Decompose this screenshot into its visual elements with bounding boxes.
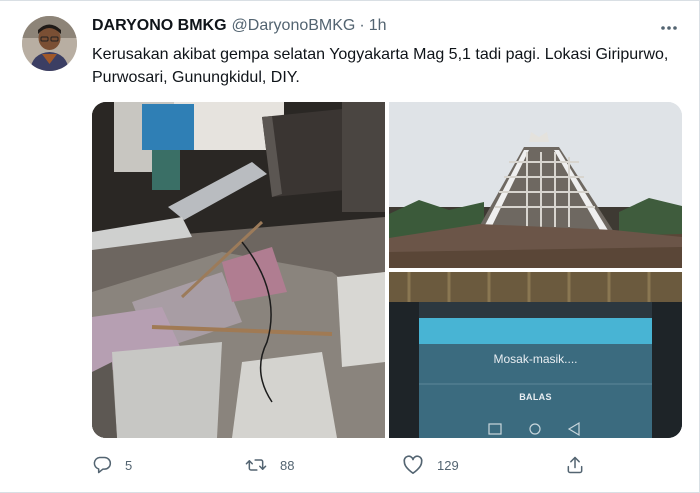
avatar-image: [22, 16, 77, 71]
tweet-text: Kerusakan akibat gempa selatan Yogyakart…: [92, 46, 669, 86]
tweet-header: DARYONO BMKG @DaryonoBMKG · 1h: [92, 17, 682, 39]
tweet-actions: 5 88 129: [92, 452, 682, 478]
share-upload-icon: [565, 455, 585, 475]
retweet-button[interactable]: 88: [245, 452, 294, 478]
share-button[interactable]: [565, 452, 585, 478]
photo-damaged-roof[interactable]: [389, 102, 682, 268]
avatar[interactable]: [22, 16, 77, 71]
speech-bubble-icon: [92, 455, 112, 475]
retweet-arrows-icon: [245, 455, 267, 475]
phone-screen-text: Mosak-masik....: [493, 352, 578, 366]
heart-icon: [402, 455, 424, 475]
media-grid: Mosak-masik.... BALAS: [92, 102, 682, 438]
like-count: 129: [437, 457, 459, 473]
photo-phone-screen[interactable]: Mosak-masik.... BALAS: [389, 272, 682, 438]
reply-button[interactable]: 5: [92, 452, 132, 478]
photo-rubble[interactable]: [92, 102, 385, 438]
display-name[interactable]: DARYONO BMKG: [92, 17, 227, 35]
user-handle[interactable]: @DaryonoBMKG: [232, 17, 356, 35]
ellipsis-icon[interactable]: [656, 15, 682, 41]
phone-reply-label: BALAS: [519, 392, 552, 402]
reply-count: 5: [125, 457, 133, 473]
retweet-count: 88: [280, 457, 295, 473]
header-separator: ·: [359, 17, 365, 34]
frame-top-border: [0, 0, 700, 1]
like-button[interactable]: 129: [402, 452, 459, 478]
tweet-timestamp[interactable]: 1h: [369, 17, 387, 35]
